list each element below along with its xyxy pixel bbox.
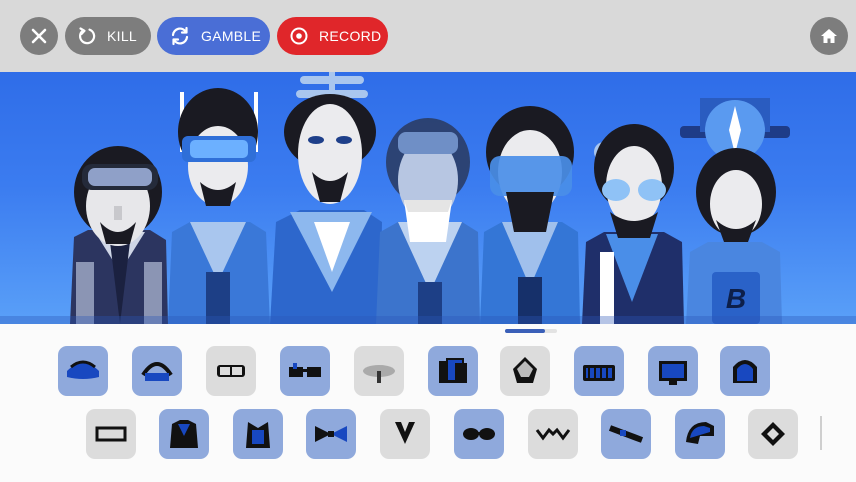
keyboard-icon	[583, 365, 615, 381]
tophat-character[interactable]: B	[680, 98, 790, 324]
gamble-button[interactable]: GAMBLE	[157, 17, 270, 55]
close-icon	[31, 28, 47, 44]
cards-icon	[439, 358, 467, 383]
sound-icon-goggles[interactable]	[206, 346, 256, 396]
hood-icon	[733, 360, 757, 383]
sound-icon-helmet[interactable]	[675, 409, 725, 459]
visor-character[interactable]	[70, 146, 168, 324]
cap-icon	[67, 360, 99, 379]
monitor-icon	[659, 361, 687, 385]
sound-icon-cards[interactable]	[428, 346, 478, 396]
sound-tray	[0, 324, 856, 482]
hat-character[interactable]	[270, 72, 382, 324]
character-stage: B	[0, 72, 856, 324]
tray-scroll-indicator[interactable]	[505, 329, 557, 333]
sound-icon-hood[interactable]	[720, 346, 770, 396]
antenna-character[interactable]	[168, 88, 270, 324]
sound-icon-vest[interactable]	[233, 409, 283, 459]
bowtie-icon	[315, 426, 347, 442]
sound-icon-skull[interactable]	[500, 346, 550, 396]
record-icon	[290, 27, 308, 45]
home-icon	[821, 29, 837, 43]
sound-icon-disc[interactable]	[354, 346, 404, 396]
record-button[interactable]: RECORD	[277, 17, 388, 55]
jersey-letter: B	[726, 283, 746, 314]
jacket-icon	[170, 420, 198, 448]
shades-icon	[463, 428, 495, 440]
headband-icon	[141, 362, 173, 381]
disc-icon	[363, 365, 395, 383]
sound-icon-frame[interactable]	[86, 409, 136, 459]
shuffle-icon	[171, 26, 189, 46]
restart-icon	[79, 27, 96, 45]
home-button[interactable]	[810, 17, 848, 55]
goggles-icon	[217, 365, 245, 377]
sound-icon-headband[interactable]	[132, 346, 182, 396]
tie-icon	[608, 425, 644, 443]
gamble-label: GAMBLE	[201, 28, 262, 44]
masked-character[interactable]	[376, 118, 480, 324]
sound-icon-glasses[interactable]	[280, 346, 330, 396]
sound-icon-collar[interactable]	[380, 409, 430, 459]
skull-icon	[513, 357, 537, 383]
shield-character[interactable]	[480, 106, 580, 324]
sound-icon-jacket[interactable]	[159, 409, 209, 459]
kill-label: KILL	[107, 28, 137, 44]
kill-button[interactable]: KILL	[65, 17, 151, 55]
sunglasses-character[interactable]	[582, 124, 684, 324]
sound-icon-keyboard[interactable]	[574, 346, 624, 396]
mask-icon	[761, 422, 785, 446]
sound-icon-mask[interactable]	[748, 409, 798, 459]
helmet-icon	[686, 422, 714, 444]
vest-icon	[246, 422, 270, 448]
sound-icon-shades[interactable]	[454, 409, 504, 459]
sound-icon-bowtie[interactable]	[306, 409, 356, 459]
sound-icon-monitor[interactable]	[648, 346, 698, 396]
tray-divider	[820, 416, 822, 450]
zigzag-glasses-icon	[535, 427, 571, 441]
collar-icon	[395, 422, 415, 444]
top-toolbar: KILL GAMBLE RECORD	[0, 0, 856, 72]
record-label: RECORD	[319, 28, 382, 44]
sound-icon-cap[interactable]	[58, 346, 108, 396]
sound-icon-zigzag-glasses[interactable]	[528, 409, 578, 459]
sound-icon-tie[interactable]	[601, 409, 651, 459]
frame-icon	[95, 426, 127, 442]
glasses-icon	[289, 363, 321, 377]
close-button[interactable]	[20, 17, 58, 55]
